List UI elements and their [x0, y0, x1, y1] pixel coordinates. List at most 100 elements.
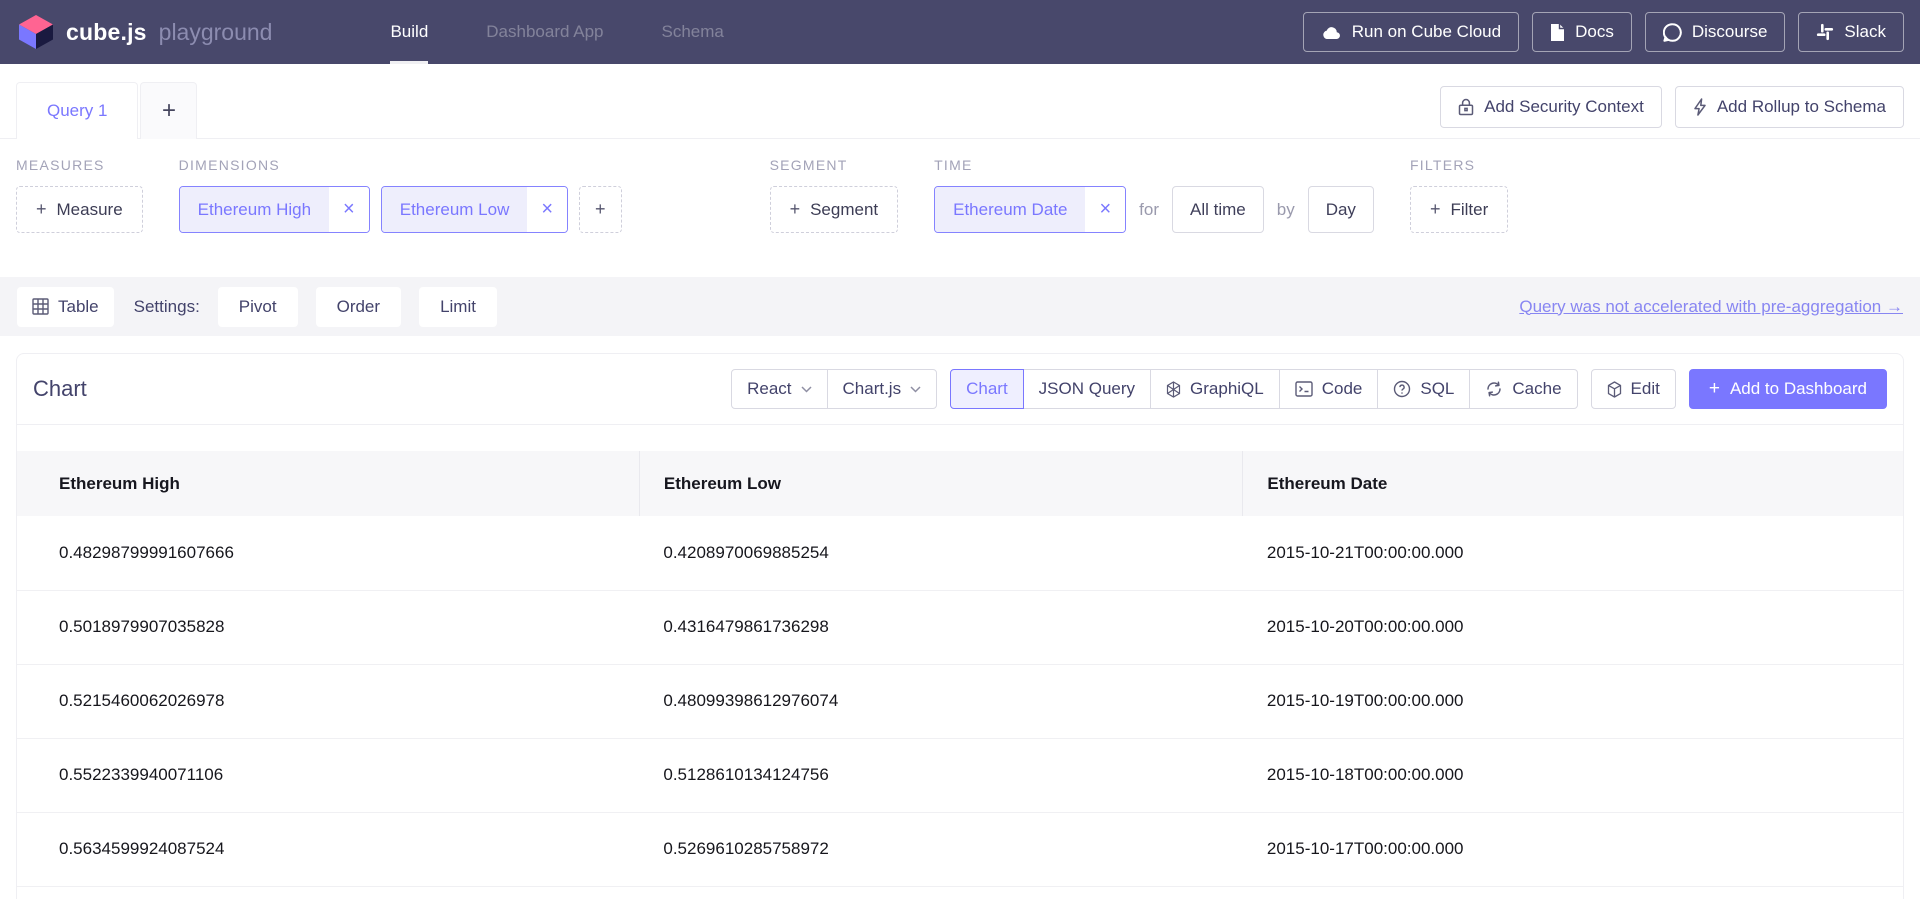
close-icon[interactable]: ×	[329, 187, 369, 232]
tab-query-1[interactable]: Query 1	[16, 82, 138, 139]
time-chip-ethereum-date[interactable]: Ethereum Date ×	[934, 186, 1126, 233]
terminal-icon	[1295, 381, 1313, 397]
view-tab-json-query[interactable]: JSON Query	[1023, 369, 1151, 409]
preaggregation-link[interactable]: Query was not accelerated with pre-aggre…	[1519, 297, 1903, 317]
query-tabs-row: Query 1 + Add Security Context	[0, 64, 1920, 139]
add-query-tab-button[interactable]: +	[140, 82, 197, 139]
cell-ethereum-low: 0.4316479861736298	[639, 590, 1243, 664]
cell-ethereum-date: 2015-10-17T00:00:00.000	[1243, 812, 1903, 886]
dimensions-section: DIMENSIONS Ethereum High × Ethereum Low …	[179, 157, 622, 277]
time-section: TIME Ethereum Date × for All time by Day	[934, 157, 1374, 277]
view-switcher-group: Chart JSON Query GraphiQL	[950, 369, 1577, 409]
run-on-cube-cloud-button[interactable]: Run on Cube Cloud	[1303, 12, 1519, 52]
order-button[interactable]: Order	[316, 287, 401, 327]
close-icon[interactable]: ×	[1085, 187, 1125, 232]
segment-section: SEGMENT + Segment	[770, 157, 899, 277]
add-filter-button[interactable]: + Filter	[1410, 186, 1508, 233]
cell-ethereum-high: 0.5522339940071106	[17, 738, 639, 812]
dimension-chip-ethereum-high[interactable]: Ethereum High ×	[179, 186, 370, 233]
chip-label[interactable]: Ethereum Date	[935, 187, 1085, 232]
add-filter-label: Filter	[1450, 200, 1488, 220]
chevron-down-icon	[801, 386, 812, 393]
question-circle-icon	[1393, 380, 1411, 398]
view-tab-cache[interactable]: Cache	[1469, 369, 1577, 409]
nav-item-build[interactable]: Build	[390, 0, 428, 64]
add-to-dashboard-button[interactable]: + Add to Dashboard	[1689, 369, 1887, 409]
framework-select[interactable]: React	[731, 369, 827, 409]
segment-label: SEGMENT	[770, 157, 899, 173]
view-tab-graphiql-label: GraphiQL	[1190, 379, 1264, 399]
chart-card-header: Chart React Chart.js	[17, 354, 1903, 425]
add-rollup-to-schema-button[interactable]: Add Rollup to Schema	[1675, 86, 1904, 128]
library-select[interactable]: Chart.js	[827, 369, 938, 409]
column-header-ethereum-high[interactable]: Ethereum High	[17, 451, 639, 516]
for-text: for	[1139, 200, 1159, 220]
table-row: 0.5522339940071106 0.5128610134124756 20…	[17, 738, 1903, 812]
cell-ethereum-low: 0.4208970069885254	[639, 516, 1243, 590]
chip-label[interactable]: Ethereum Low	[382, 187, 528, 232]
granularity-button[interactable]: Day	[1308, 186, 1374, 233]
cell-ethereum-date: 2015-10-18T00:00:00.000	[1243, 738, 1903, 812]
dimension-chip-ethereum-low[interactable]: Ethereum Low ×	[381, 186, 568, 233]
pivot-button[interactable]: Pivot	[218, 287, 298, 327]
view-tab-graphiql[interactable]: GraphiQL	[1150, 369, 1280, 409]
column-header-ethereum-low[interactable]: Ethereum Low	[639, 451, 1243, 516]
framework-library-group: React Chart.js	[731, 369, 937, 409]
chip-label[interactable]: Ethereum High	[180, 187, 329, 232]
run-on-cube-cloud-label: Run on Cube Cloud	[1352, 22, 1501, 42]
limit-button[interactable]: Limit	[419, 287, 497, 327]
plus-icon: +	[36, 199, 47, 220]
chart-card: Chart React Chart.js	[16, 353, 1904, 899]
settings-buttons: Pivot Order Limit	[218, 287, 497, 327]
column-header-ethereum-date[interactable]: Ethereum Date	[1243, 451, 1903, 516]
view-tab-chart[interactable]: Chart	[950, 369, 1024, 409]
nav-item-schema[interactable]: Schema	[661, 0, 723, 64]
plus-icon: +	[1709, 378, 1720, 400]
brand: cube.js playground	[16, 0, 272, 64]
view-tab-code[interactable]: Code	[1279, 369, 1379, 409]
add-measure-label: Measure	[57, 200, 123, 220]
add-measure-button[interactable]: + Measure	[16, 186, 143, 233]
discourse-button[interactable]: Discourse	[1645, 12, 1786, 52]
top-navbar: cube.js playground Build Dashboard App S…	[0, 0, 1920, 64]
query-builder: MEASURES + Measure DIMENSIONS Ethereum H…	[0, 139, 1920, 277]
discourse-label: Discourse	[1692, 22, 1768, 42]
view-tab-sql[interactable]: SQL	[1377, 369, 1470, 409]
plus-icon: +	[595, 199, 606, 220]
library-label: Chart.js	[843, 379, 902, 399]
date-range-button[interactable]: All time	[1172, 186, 1264, 233]
edit-button[interactable]: Edit	[1591, 369, 1676, 409]
add-to-dashboard-label: Add to Dashboard	[1730, 379, 1867, 399]
settings-label: Settings:	[134, 297, 200, 317]
document-icon	[1550, 23, 1565, 42]
close-icon[interactable]: ×	[527, 187, 567, 232]
thunderbolt-icon	[1693, 98, 1707, 116]
cell-ethereum-low: 0.5128610134124756	[639, 738, 1243, 812]
result-table: Ethereum High Ethereum Low Ethereum Date…	[17, 451, 1903, 887]
cubejs-logo-icon	[16, 12, 56, 52]
table-header-row: Ethereum High Ethereum Low Ethereum Date	[17, 451, 1903, 516]
cell-ethereum-high: 0.5634599924087524	[17, 812, 639, 886]
slack-label: Slack	[1844, 22, 1886, 42]
view-tab-code-label: Code	[1322, 379, 1363, 399]
add-segment-button[interactable]: + Segment	[770, 186, 899, 233]
cell-ethereum-low: 0.48099398612976074	[639, 664, 1243, 738]
filters-section: FILTERS + Filter	[1410, 157, 1508, 277]
sync-icon	[1485, 380, 1503, 398]
slack-button[interactable]: Slack	[1798, 12, 1904, 52]
add-security-context-button[interactable]: Add Security Context	[1440, 86, 1662, 128]
docs-button[interactable]: Docs	[1532, 12, 1632, 52]
codesandbox-icon	[1607, 381, 1622, 398]
slack-icon	[1816, 23, 1834, 41]
framework-label: React	[747, 379, 791, 399]
add-dimension-button[interactable]: +	[579, 186, 622, 233]
graphql-icon	[1166, 381, 1181, 398]
table-view-button[interactable]: Table	[17, 287, 114, 327]
cell-ethereum-high: 0.5215460062026978	[17, 664, 639, 738]
nav-item-dashboard-app[interactable]: Dashboard App	[486, 0, 603, 64]
table-row: 0.48298799991607666 0.4208970069885254 2…	[17, 516, 1903, 590]
edit-label: Edit	[1631, 379, 1660, 399]
measures-label: MEASURES	[16, 157, 143, 173]
discourse-icon	[1663, 23, 1682, 42]
plus-icon: +	[790, 199, 801, 220]
